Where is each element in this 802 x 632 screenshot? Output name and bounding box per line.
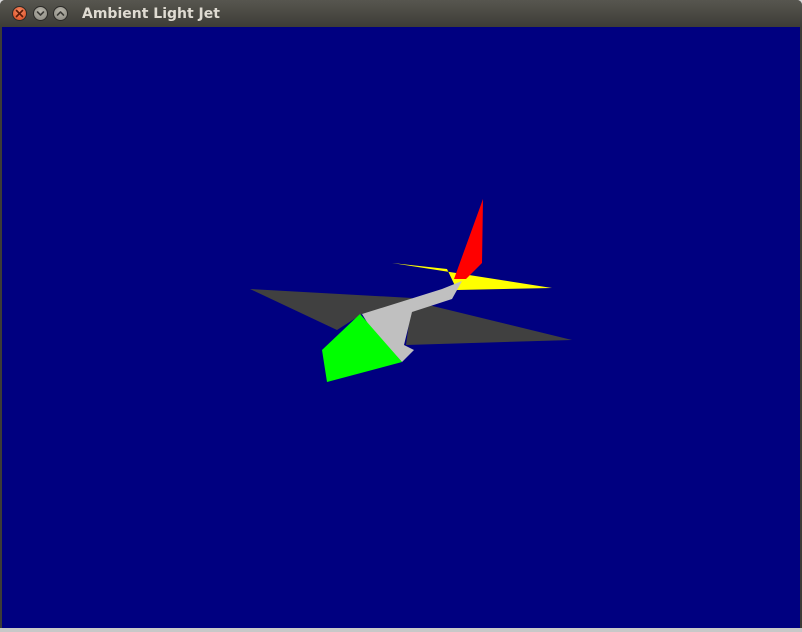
right-wing [406, 301, 572, 345]
window-title: Ambient Light Jet [82, 6, 220, 22]
close-button[interactable] [12, 6, 27, 21]
close-icon [15, 9, 24, 18]
gl-viewport[interactable] [2, 27, 800, 628]
maximize-icon [56, 11, 65, 16]
app-window: Ambient Light Jet [0, 0, 802, 632]
jet-scene [250, 199, 572, 382]
window-bottom-border [0, 628, 802, 632]
maximize-button[interactable] [53, 6, 68, 21]
minimize-button[interactable] [33, 6, 48, 21]
tail-fin [454, 199, 483, 279]
title-bar[interactable]: Ambient Light Jet [0, 0, 802, 27]
minimize-icon [36, 11, 45, 16]
